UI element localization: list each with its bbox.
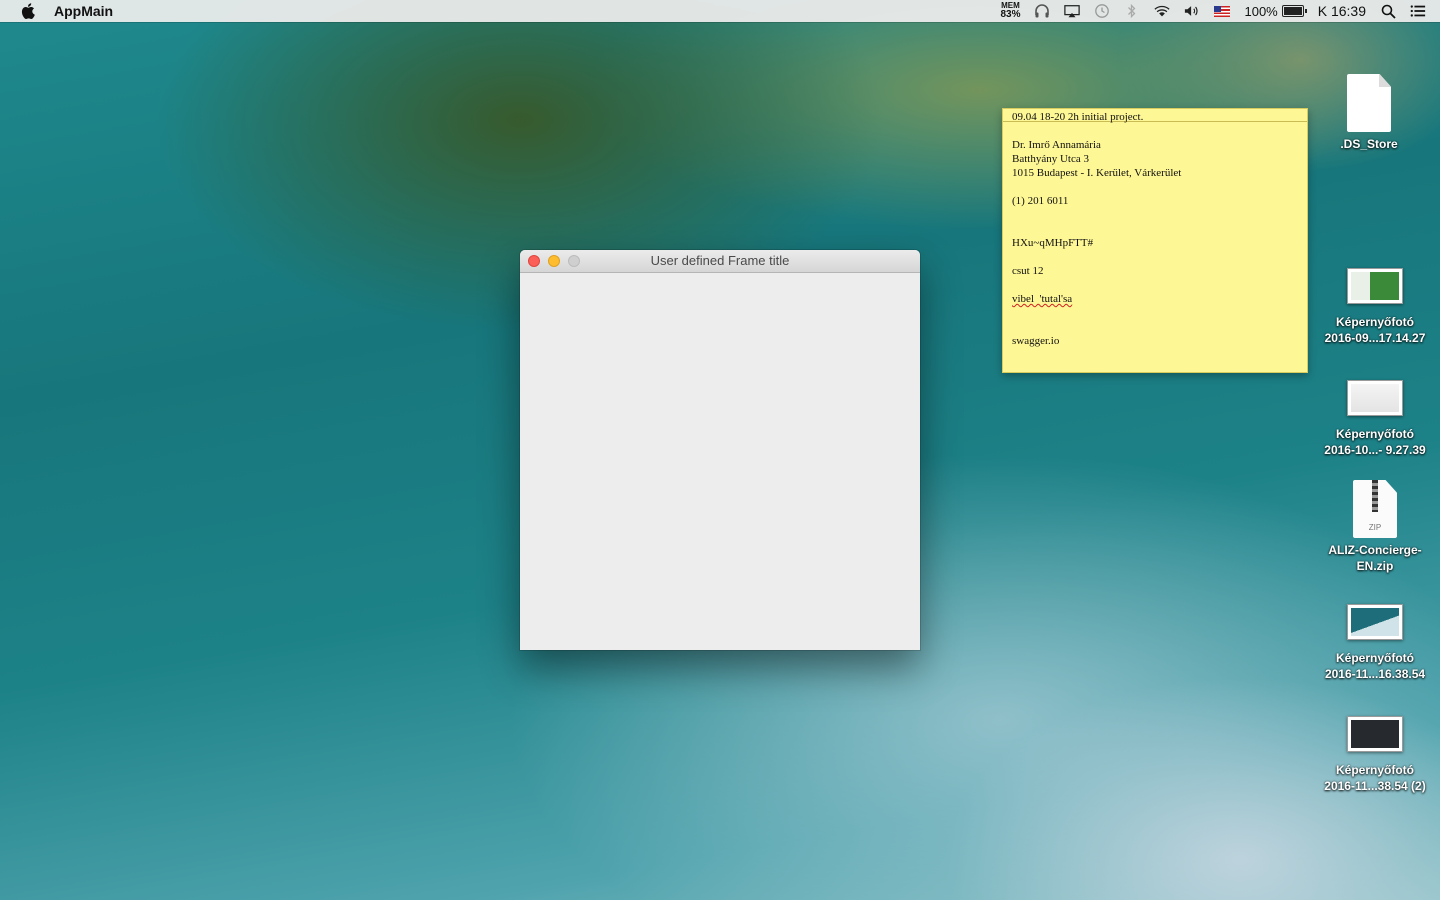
- desktop-item-label: 2016-11...38.54 (2): [1324, 779, 1426, 793]
- battery-icon: [1281, 5, 1307, 17]
- sticky-line: (1) 201 6011: [1012, 195, 1069, 207]
- sticky-line: Dr. Imrő Annamária: [1012, 139, 1101, 151]
- desktop-item-label: 2016-11...16.38.54: [1324, 667, 1426, 681]
- window-title: User defined Frame title: [650, 253, 790, 268]
- desktop-item-label: Képernyőfotó: [1336, 315, 1414, 329]
- sticky-line: 09.04 18-20 2h initial project.: [1012, 111, 1144, 123]
- window-titlebar[interactable]: User defined Frame title: [520, 250, 920, 273]
- desktop-item-label: Képernyőfotó: [1336, 651, 1414, 665]
- screenshot-thumbnail-icon: [1347, 268, 1403, 304]
- status-area: MEM 83% 100% K 16:39: [1000, 0, 1440, 22]
- time-machine-icon[interactable]: [1094, 4, 1110, 18]
- sticky-line: 1015 Budapest - I. Kerület, Várkerület: [1012, 167, 1182, 179]
- notification-center-icon[interactable]: [1410, 4, 1426, 18]
- sticky-line: [1012, 180, 1298, 194]
- desktop-item-label: Képernyőfotó: [1336, 427, 1414, 441]
- desktop-item-label: Képernyőfotó: [1336, 763, 1414, 777]
- screenshot-thumbnail-icon: [1347, 380, 1403, 416]
- desktop-item-screenshot[interactable]: Képernyőfotó 2016-11...16.38.54: [1315, 604, 1435, 682]
- minimize-button[interactable]: [548, 255, 560, 267]
- sticky-line: HXu~qMHpFTT#: [1012, 237, 1094, 249]
- zip-tag: ZIP: [1368, 523, 1382, 532]
- document-icon: [1347, 74, 1391, 132]
- window-content[interactable]: [520, 273, 920, 650]
- desktop-item-screenshot[interactable]: Képernyőfotó 2016-11...38.54 (2): [1315, 716, 1435, 794]
- headphones-icon[interactable]: [1034, 4, 1050, 18]
- menu-bar: AppMain MEM 83% 100% K 16:39: [0, 0, 1440, 22]
- sticky-line: csut 12: [1012, 265, 1044, 277]
- screenshot-thumbnail-icon: [1347, 716, 1403, 752]
- sticky-line: swagger.io: [1012, 335, 1060, 347]
- apple-icon[interactable]: [20, 2, 36, 20]
- mem-monitor-icon[interactable]: MEM 83%: [1000, 2, 1020, 20]
- menubar-clock[interactable]: K 16:39: [1318, 3, 1366, 19]
- screenshot-thumbnail-icon: [1347, 604, 1403, 640]
- desktop-item-label: .DS_Store: [1340, 137, 1398, 151]
- desktop-item-label: ALIZ-Concierge-: [1328, 543, 1422, 557]
- desktop-item-label: 2016-09...17.14.27: [1324, 331, 1426, 345]
- us-flag-icon[interactable]: [1214, 5, 1231, 17]
- app-menu[interactable]: AppMain: [54, 3, 113, 19]
- desktop-item-zip[interactable]: ZIP ALIZ-Concierge- EN.zip: [1315, 480, 1435, 574]
- close-button[interactable]: [528, 255, 540, 267]
- airplay-icon[interactable]: [1064, 4, 1081, 18]
- desktop-item-ds-store[interactable]: .DS_Store: [1309, 74, 1429, 152]
- zoom-button[interactable]: [568, 255, 580, 267]
- sticky-line: [1012, 250, 1298, 264]
- bluetooth-icon[interactable]: [1124, 3, 1140, 19]
- sticky-line: [1012, 208, 1298, 222]
- desktop-item-screenshot[interactable]: Képernyőfotó 2016-09...17.14.27: [1315, 268, 1435, 346]
- sticky-line: [1012, 124, 1298, 138]
- sticky-line: vibel 'tutal'sa: [1012, 293, 1073, 305]
- mem-value: 83%: [1000, 9, 1021, 20]
- sticky-note[interactable]: 09.04 18-20 2h initial project. Dr. Imrő…: [1002, 108, 1308, 373]
- sticky-line: [1012, 222, 1298, 236]
- desktop-item-label: EN.zip: [1356, 559, 1394, 573]
- zip-archive-icon: ZIP: [1353, 480, 1397, 538]
- sticky-line: [1012, 278, 1298, 292]
- app-window[interactable]: User defined Frame title: [520, 250, 920, 650]
- spotlight-icon[interactable]: [1380, 4, 1396, 19]
- volume-icon[interactable]: [1184, 4, 1200, 18]
- sticky-line: [1012, 306, 1298, 320]
- wifi-icon[interactable]: [1154, 4, 1171, 18]
- desktop-item-screenshot[interactable]: Képernyőfotó 2016-10...- 9.27.39: [1315, 380, 1435, 458]
- battery-percent: 100%: [1244, 3, 1278, 19]
- sticky-line: Batthyány Utca 3: [1012, 153, 1089, 165]
- battery-status[interactable]: 100%: [1244, 3, 1307, 19]
- sticky-note-text[interactable]: 09.04 18-20 2h initial project. Dr. Imrő…: [1003, 110, 1307, 348]
- sticky-line: [1012, 320, 1298, 334]
- desktop-item-label: 2016-10...- 9.27.39: [1324, 443, 1426, 457]
